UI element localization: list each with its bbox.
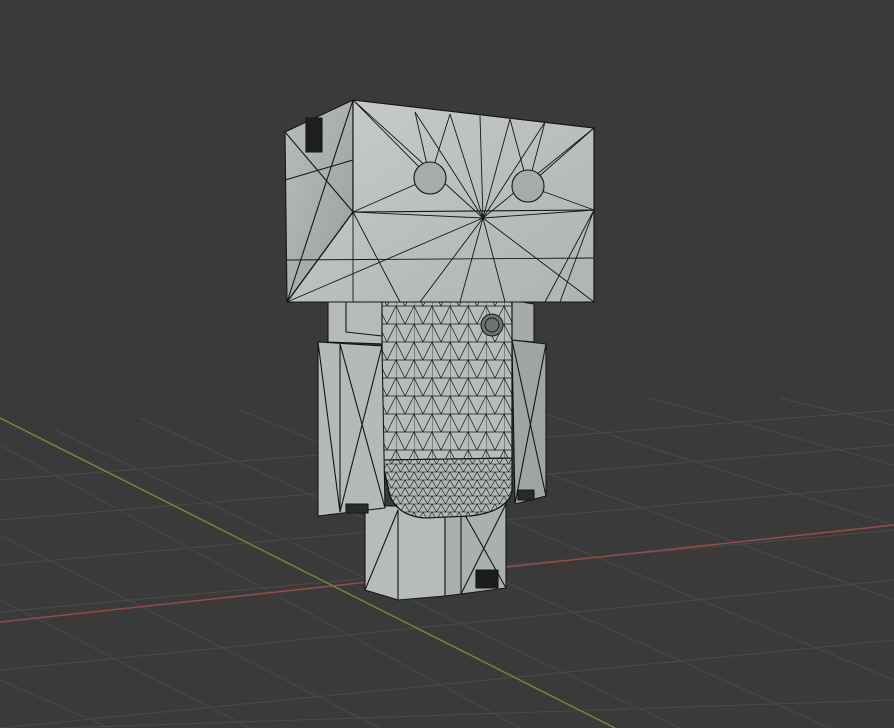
robot-torso xyxy=(381,295,513,461)
shoulder-left xyxy=(327,299,385,345)
robot-eye-left xyxy=(413,161,447,195)
robot-arm-right xyxy=(511,339,547,505)
robot-legs xyxy=(364,503,507,601)
robot-eye-right xyxy=(511,169,545,203)
3d-viewport[interactable] xyxy=(0,0,894,728)
shoulder-right xyxy=(509,299,535,343)
robot-skirt xyxy=(381,457,513,519)
robot-arm-left xyxy=(317,341,386,517)
robot-head xyxy=(284,99,595,303)
